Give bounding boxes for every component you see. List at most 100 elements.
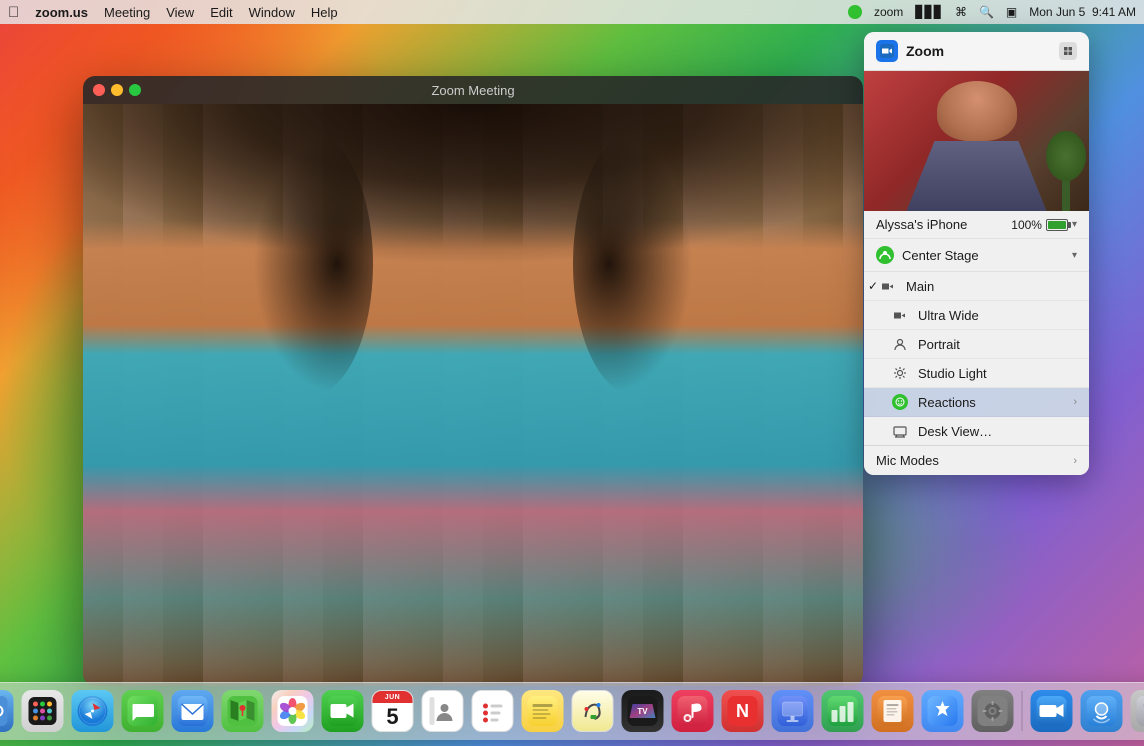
device-name: Alyssa's iPhone [876, 217, 967, 232]
reminders-icon [472, 690, 514, 732]
mic-modes-arrow-icon: › [1073, 455, 1077, 467]
main-label: Main [906, 279, 1077, 294]
dock-item-facetime[interactable] [320, 688, 366, 734]
appstore-icon [922, 690, 964, 732]
hair-left [253, 134, 373, 394]
menubar-search-icon[interactable]: 🔍 [979, 5, 994, 19]
dock-item-calendar[interactable]: JUN 5 [370, 688, 416, 734]
popup-panel: Zoom Alyssa' [864, 32, 1089, 475]
dock-item-tv[interactable]: TV [620, 688, 666, 734]
dock-item-trash[interactable] [1129, 688, 1144, 734]
dock-item-keynote[interactable] [770, 688, 816, 734]
messages-icon [122, 690, 164, 732]
dock-item-launchpad[interactable] [20, 688, 66, 734]
apple-menu[interactable]:  [8, 4, 19, 21]
freeform-icon [572, 690, 614, 732]
fullscreen-button[interactable] [129, 84, 141, 96]
menu-item-ultra-wide[interactable]: Ultra Wide [864, 301, 1089, 330]
dock-item-notes[interactable] [520, 688, 566, 734]
hair-right [573, 134, 693, 394]
center-stage-left: Center Stage [876, 246, 979, 264]
menubar-app-name[interactable]: zoom.us [35, 5, 88, 20]
dock-item-appstore[interactable] [920, 688, 966, 734]
menu-item-reactions[interactable]: Reactions › [864, 388, 1089, 417]
device-row: Alyssa's iPhone 100% ▾ [864, 211, 1089, 239]
menu-item-portrait[interactable]: Portrait [864, 330, 1089, 359]
system-prefs-icon [972, 690, 1014, 732]
dock-item-freeform[interactable] [570, 688, 616, 734]
numbers-icon [822, 690, 864, 732]
trash-icon [1131, 690, 1144, 732]
panel-header-left: Zoom [876, 40, 944, 62]
mic-modes-label: Mic Modes [876, 453, 939, 468]
panel-app-name: Zoom [906, 43, 944, 59]
device-battery: 100% ▾ [1011, 218, 1077, 232]
menu-item-main[interactable]: ✓ Main [864, 272, 1089, 301]
facetime-icon [322, 690, 364, 732]
dock-divider [1022, 691, 1023, 731]
dock-item-maps[interactable] [220, 688, 266, 734]
menubar-edit[interactable]: Edit [210, 5, 232, 20]
notes-icon [522, 690, 564, 732]
photos-icon [272, 690, 314, 732]
menu-item-studio-light[interactable]: Studio Light [864, 359, 1089, 388]
mic-modes-row[interactable]: Mic Modes › [864, 446, 1089, 475]
portrait-icon [892, 336, 908, 352]
dock-item-zoom[interactable] [1029, 688, 1075, 734]
calendar-icon: JUN 5 [372, 690, 414, 732]
dock-item-reminders[interactable] [470, 688, 516, 734]
menubar:  zoom.us Meeting View Edit Window Help … [0, 0, 1144, 24]
studio-light-icon [892, 365, 908, 381]
menubar-meeting[interactable]: Meeting [104, 5, 150, 20]
panel-expand-button[interactable] [1059, 42, 1077, 60]
device-chevron-icon[interactable]: ▾ [1072, 219, 1077, 230]
news-icon: N [722, 690, 764, 732]
dock-item-photos[interactable] [270, 688, 316, 734]
center-stage-row[interactable]: Center Stage ▾ [864, 239, 1089, 272]
menubar-view[interactable]: View [166, 5, 194, 20]
menu-item-desk-view[interactable]: Desk View… [864, 417, 1089, 446]
safari-icon [72, 690, 114, 732]
dock-item-mail[interactable] [170, 688, 216, 734]
menubar-datetime: Mon Jun 5 9:41 AM [1029, 5, 1136, 19]
launchpad-icon [22, 690, 64, 732]
dock-item-finder[interactable] [0, 688, 16, 734]
main-camera-icon [880, 278, 896, 294]
menubar-zoom-label[interactable]: zoom [874, 5, 903, 19]
desk-view-label: Desk View… [918, 424, 1077, 439]
minimize-button[interactable] [111, 84, 123, 96]
panel-video-thumbnail [864, 71, 1089, 211]
menubar-wifi-icon[interactable]: ⌘ [955, 5, 967, 19]
pages-icon [872, 690, 914, 732]
tv-icon: TV [622, 690, 664, 732]
close-button[interactable] [93, 84, 105, 96]
dock-item-pages[interactable] [870, 688, 916, 734]
menubar-window[interactable]: Window [249, 5, 295, 20]
dock-item-music[interactable] [670, 688, 716, 734]
maps-icon [222, 690, 264, 732]
dock-item-numbers[interactable] [820, 688, 866, 734]
reactions-label: Reactions [918, 395, 1063, 410]
center-stage-chevron-icon[interactable]: ▾ [1072, 250, 1077, 261]
dock-item-safari[interactable] [70, 688, 116, 734]
calendar-date-label: 5 [386, 706, 398, 728]
dock-item-sysext[interactable] [1079, 688, 1125, 734]
dock-item-messages[interactable] [120, 688, 166, 734]
thumb-face [937, 81, 1017, 141]
finder-icon [0, 690, 14, 732]
dock-item-contacts[interactable] [420, 688, 466, 734]
dock-item-news[interactable]: N [720, 688, 766, 734]
keynote-icon [772, 690, 814, 732]
desk-view-icon [892, 423, 908, 439]
menubar-help[interactable]: Help [311, 5, 338, 20]
dock-item-system-prefs[interactable] [970, 688, 1016, 734]
menubar-control-center-icon[interactable]: ▣ [1006, 5, 1017, 19]
menubar-right: zoom ▊▊▊ ⌘ 🔍 ▣ Mon Jun 5 9:41 AM [848, 5, 1136, 19]
reactions-arrow-icon: › [1073, 396, 1077, 408]
traffic-lights [93, 84, 141, 96]
zoom-window: Zoom Meeting [83, 76, 863, 686]
reactions-icon [892, 394, 908, 410]
center-stage-label: Center Stage [902, 248, 979, 263]
zoom-menu-indicator[interactable] [848, 5, 862, 19]
hair-overlay [83, 104, 863, 304]
